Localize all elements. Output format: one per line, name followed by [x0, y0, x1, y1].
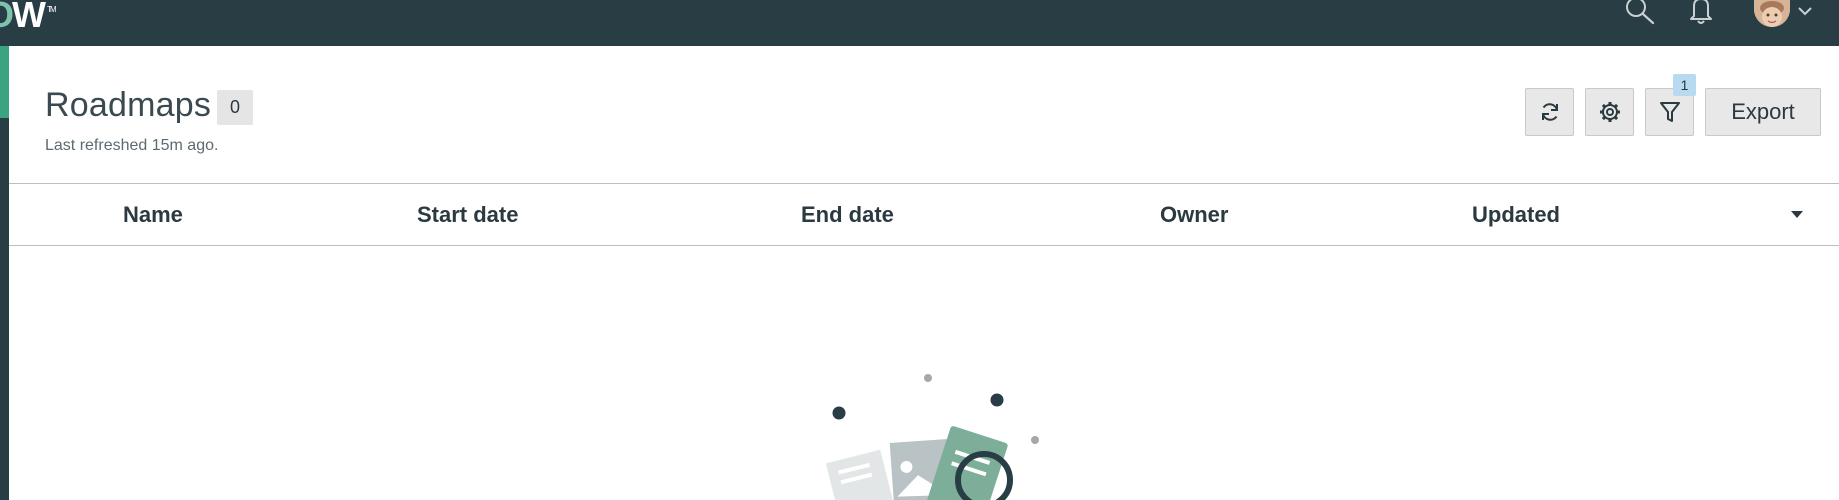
table-header-row: Name Start date End date Owner Updated: [9, 183, 1839, 246]
empty-state-illustration: [825, 374, 1039, 500]
logo-trademark: TM: [47, 5, 56, 14]
search-icon[interactable]: [1622, 0, 1658, 28]
last-refreshed-text: Last refreshed 15m ago.: [45, 137, 219, 154]
sort-descending-icon[interactable]: [1791, 211, 1803, 218]
filter-icon: [1659, 102, 1680, 122]
decorative-dot: [924, 374, 932, 382]
page-title: Roadmaps: [45, 86, 212, 124]
user-avatar[interactable]: [1754, 0, 1790, 27]
column-header-updated[interactable]: Updated: [1472, 202, 1560, 228]
top-navigation-bar: OWTM: [0, 0, 1839, 46]
gear-icon: [1599, 102, 1620, 122]
export-button[interactable]: Export: [1705, 88, 1821, 136]
column-header-end-date[interactable]: End date: [801, 202, 894, 228]
column-header-name[interactable]: Name: [123, 202, 183, 228]
refresh-button[interactable]: [1525, 88, 1574, 136]
decorative-dot: [990, 393, 1004, 407]
decorative-dot: [832, 406, 846, 420]
decorative-dot: [1031, 436, 1039, 444]
bell-icon[interactable]: [1686, 0, 1716, 26]
roadmap-count-badge: 0: [217, 90, 253, 125]
left-sidebar-active-indicator: [0, 46, 9, 118]
app-logo[interactable]: OWTM: [0, 0, 56, 36]
logo-mark: O: [0, 0, 14, 35]
column-header-start-date[interactable]: Start date: [417, 202, 518, 228]
export-button-label: Export: [1731, 99, 1795, 124]
chevron-down-icon[interactable]: [1797, 5, 1813, 17]
logo-letter: W: [12, 0, 46, 35]
settings-button[interactable]: [1585, 88, 1634, 136]
active-filter-count-badge: 1: [1673, 74, 1696, 96]
refresh-icon: [1541, 103, 1558, 121]
column-header-owner[interactable]: Owner: [1160, 202, 1228, 228]
